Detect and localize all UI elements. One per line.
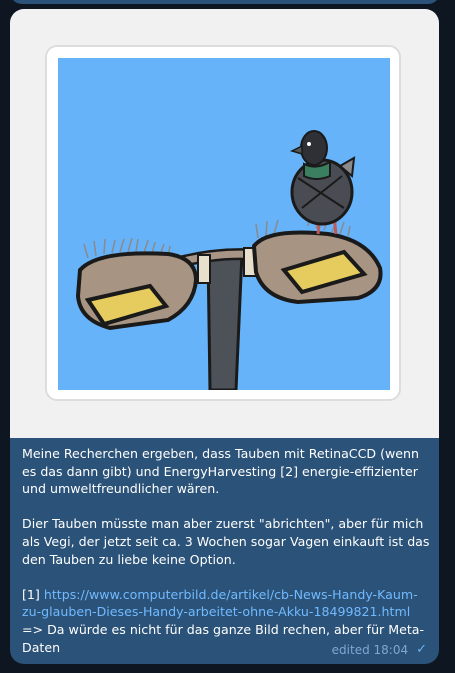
single-check-icon: ✓ xyxy=(416,642,427,657)
pigeon-lamp-illustration xyxy=(58,58,390,390)
reference-label: [1] xyxy=(22,586,40,602)
article-link[interactable]: https://www.computerbild.de/artikel/cb-N… xyxy=(22,587,418,620)
message-text: Meine Recherchen ergeben, dass Tauben mi… xyxy=(22,445,432,656)
reference-line: [1] https://www.computerbild.de/artikel/… xyxy=(22,586,432,621)
previous-message-bubble xyxy=(10,0,440,4)
message-paragraph-1: Meine Recherchen ergeben, dass Tauben mi… xyxy=(22,446,420,497)
message-bubble[interactable]: Meine Recherchen ergeben, dass Tauben mi… xyxy=(10,9,439,664)
message-paragraph-2: Dier Tauben müsste man aber zuerst "abri… xyxy=(22,516,430,567)
message-meta: edited 18:04 ✓ xyxy=(332,642,427,657)
sticker-area xyxy=(10,9,439,438)
pigeon-lamp-svg xyxy=(75,130,383,390)
edited-timestamp: edited 18:04 xyxy=(331,642,409,657)
sticker-image[interactable] xyxy=(45,45,401,401)
